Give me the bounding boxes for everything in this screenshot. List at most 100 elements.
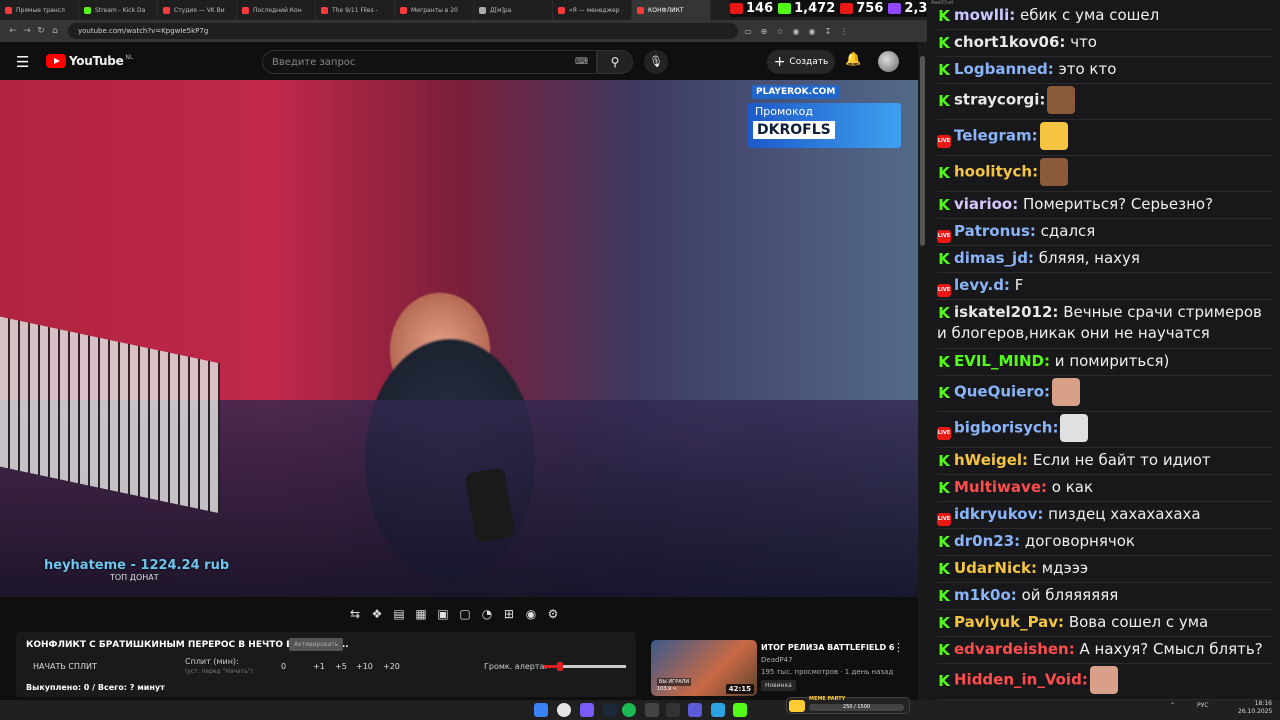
extension-icon[interactable]: ◉: [806, 27, 818, 36]
meme-party-widget[interactable]: MEME PARTY 250 / 1500: [786, 696, 910, 714]
chat-nickname[interactable]: straycorgi:: [954, 91, 1045, 109]
more-options-icon[interactable]: ⋮: [893, 641, 904, 654]
chat-nickname[interactable]: QueQuiero:: [954, 383, 1050, 401]
kick-platform-icon: K: [938, 533, 950, 551]
suggested-video-title[interactable]: ИТОГ РЕЛИЗА BATTLEFIELD 6: [761, 643, 895, 652]
chat-nickname[interactable]: idkryukov:: [954, 505, 1043, 523]
browser-tab[interactable]: Прямые трансл: [0, 0, 79, 20]
video-player[interactable]: PLAYEROK.COM Промокод DKROFLS heyhateme …: [0, 80, 918, 597]
split-value-button[interactable]: +20: [383, 662, 400, 671]
browser-tab[interactable]: Stream - Kick Da: [79, 0, 158, 20]
telegram-icon[interactable]: [711, 703, 725, 717]
browser-tab[interactable]: Мигранты в 20: [395, 0, 474, 20]
audio-icon[interactable]: ❖: [366, 607, 388, 621]
chat-nickname[interactable]: Hidden_in_Void:: [954, 671, 1088, 689]
steam-icon[interactable]: [603, 703, 617, 717]
browser-tab[interactable]: Последний Кон: [237, 0, 316, 20]
chat-nickname[interactable]: mowlli:: [954, 6, 1015, 24]
chat-nickname[interactable]: Multiwave:: [954, 478, 1047, 496]
language-indicator[interactable]: РУС: [1197, 702, 1208, 709]
chat-nickname[interactable]: Telegram:: [954, 127, 1038, 145]
chat-nickname[interactable]: EVIL_MIND:: [954, 352, 1050, 370]
kick-platform-icon: K: [938, 7, 950, 25]
chat-nickname[interactable]: edvardeishen:: [954, 640, 1075, 658]
create-button[interactable]: + Создать: [767, 50, 835, 74]
voice-search-button[interactable]: 🎙: [644, 50, 668, 74]
clapper-icon[interactable]: ▦: [410, 607, 432, 621]
camera-icon[interactable]: ◉: [520, 607, 542, 621]
top-donor: heyhateme - 1224.24 rub: [44, 558, 230, 573]
browser-tab[interactable]: Студия — VK Ви: [158, 0, 237, 20]
alert-volume-slider[interactable]: [544, 662, 626, 671]
cinema-icon[interactable]: ▢: [454, 607, 476, 621]
scrollbar-thumb[interactable]: [920, 56, 925, 246]
browser-tab[interactable]: КОНФЛИКТ: [632, 0, 711, 20]
back-icon[interactable]: ←: [6, 26, 20, 36]
chat-nickname[interactable]: dr0n23:: [954, 532, 1020, 550]
download-video-icon[interactable]: ▤: [388, 607, 410, 621]
tray-arrow-icon[interactable]: ⌃: [1170, 702, 1175, 709]
chat-nickname[interactable]: levy.d:: [954, 276, 1010, 294]
app-icon[interactable]: [688, 703, 702, 717]
bookmark-star-icon[interactable]: ☆: [774, 27, 786, 36]
split-value-button[interactable]: +1: [313, 662, 325, 671]
start-menu-icon[interactable]: [534, 703, 548, 717]
extension-icon[interactable]: ◉: [790, 27, 802, 36]
chat-nickname[interactable]: viarioo:: [954, 195, 1018, 213]
app-icon[interactable]: [666, 703, 680, 717]
search-button[interactable]: ⚲: [597, 50, 633, 74]
chat-nickname[interactable]: bigborisych:: [954, 419, 1058, 437]
cast-icon[interactable]: ▭: [742, 27, 754, 36]
menu-dots-icon[interactable]: ⋮: [838, 27, 850, 36]
home-icon[interactable]: ⌂: [48, 26, 62, 36]
kick-icon[interactable]: [733, 703, 747, 717]
page-scrollbar[interactable]: [918, 42, 927, 700]
settings-gear-icon[interactable]: ⚙: [542, 607, 564, 621]
browser-tab[interactable]: Д[м]ра: [474, 0, 553, 20]
chat-nickname[interactable]: iskatel2012:: [954, 303, 1058, 321]
split-value-button[interactable]: +5: [335, 662, 347, 671]
tab-favicon: [163, 6, 170, 14]
download-icon[interactable]: ↧: [822, 27, 834, 36]
youtube-header: ☰ YouTube NL Введите запрос ⌨ ⚲ 🎙 + Созд…: [0, 42, 918, 80]
browser-tab[interactable]: The 9/11 Files -: [316, 0, 395, 20]
loop-icon[interactable]: ⇆: [344, 607, 366, 621]
youtube-logo[interactable]: YouTube NL: [46, 54, 133, 68]
search-input[interactable]: Введите запрос ⌨: [262, 50, 597, 74]
chrome-icon[interactable]: [557, 703, 571, 717]
discord-icon[interactable]: [580, 703, 594, 717]
chat-nickname[interactable]: hWeigel:: [954, 451, 1028, 469]
chat-nickname[interactable]: Pavlyuk_Pav:: [954, 613, 1064, 631]
user-avatar[interactable]: [878, 51, 899, 72]
app-icon[interactable]: [645, 703, 659, 717]
taskbar-clock[interactable]: 18:16 26.10.2025: [1238, 700, 1272, 716]
split-value-button[interactable]: 0: [281, 662, 286, 671]
zoom-icon[interactable]: ⊕: [758, 27, 770, 36]
chat-nickname[interactable]: Logbanned:: [954, 60, 1054, 78]
chat-nickname[interactable]: dimas_jd:: [954, 249, 1034, 267]
speed-gauge-icon[interactable]: ◔: [476, 607, 498, 621]
chat-nickname[interactable]: Patronus:: [954, 222, 1036, 240]
chat-nickname[interactable]: UdarNick:: [954, 559, 1037, 577]
suggested-video-thumbnail[interactable]: ВЫ ИГРАЛИ 103,9 ч. 42:15: [651, 640, 757, 696]
chat-message: LIVE bigborisych:: [937, 414, 1272, 442]
add-box-icon[interactable]: ⊞: [498, 607, 520, 621]
suggested-channel[interactable]: DeadP47: [761, 656, 793, 664]
notifications-bell-icon[interactable]: 🔔: [845, 52, 861, 67]
browser-tab[interactable]: «Я — менеджер: [553, 0, 632, 20]
kick-icon: [778, 3, 792, 14]
forward-icon[interactable]: →: [20, 26, 34, 36]
chat-nickname[interactable]: hoolitych:: [954, 163, 1038, 181]
chat-nickname[interactable]: chort1kov06:: [954, 33, 1065, 51]
screen-icon[interactable]: ▣: [432, 607, 454, 621]
chat-nickname[interactable]: m1k0o:: [954, 586, 1017, 604]
url-field[interactable]: youtube.com/watch?v=KpgwIe5kP7g: [68, 23, 738, 39]
hamburger-menu-icon[interactable]: ☰: [16, 53, 29, 71]
activate-button[interactable]: Активировать: [289, 638, 344, 651]
split-value-button[interactable]: +10: [356, 662, 373, 671]
reload-icon[interactable]: ↻: [34, 26, 48, 36]
spotify-icon[interactable]: [622, 703, 636, 717]
slider-thumb[interactable]: [557, 662, 564, 671]
keyboard-icon[interactable]: ⌨: [575, 57, 588, 67]
start-split-button[interactable]: НАЧАТЬ СПЛИТ: [33, 662, 97, 671]
